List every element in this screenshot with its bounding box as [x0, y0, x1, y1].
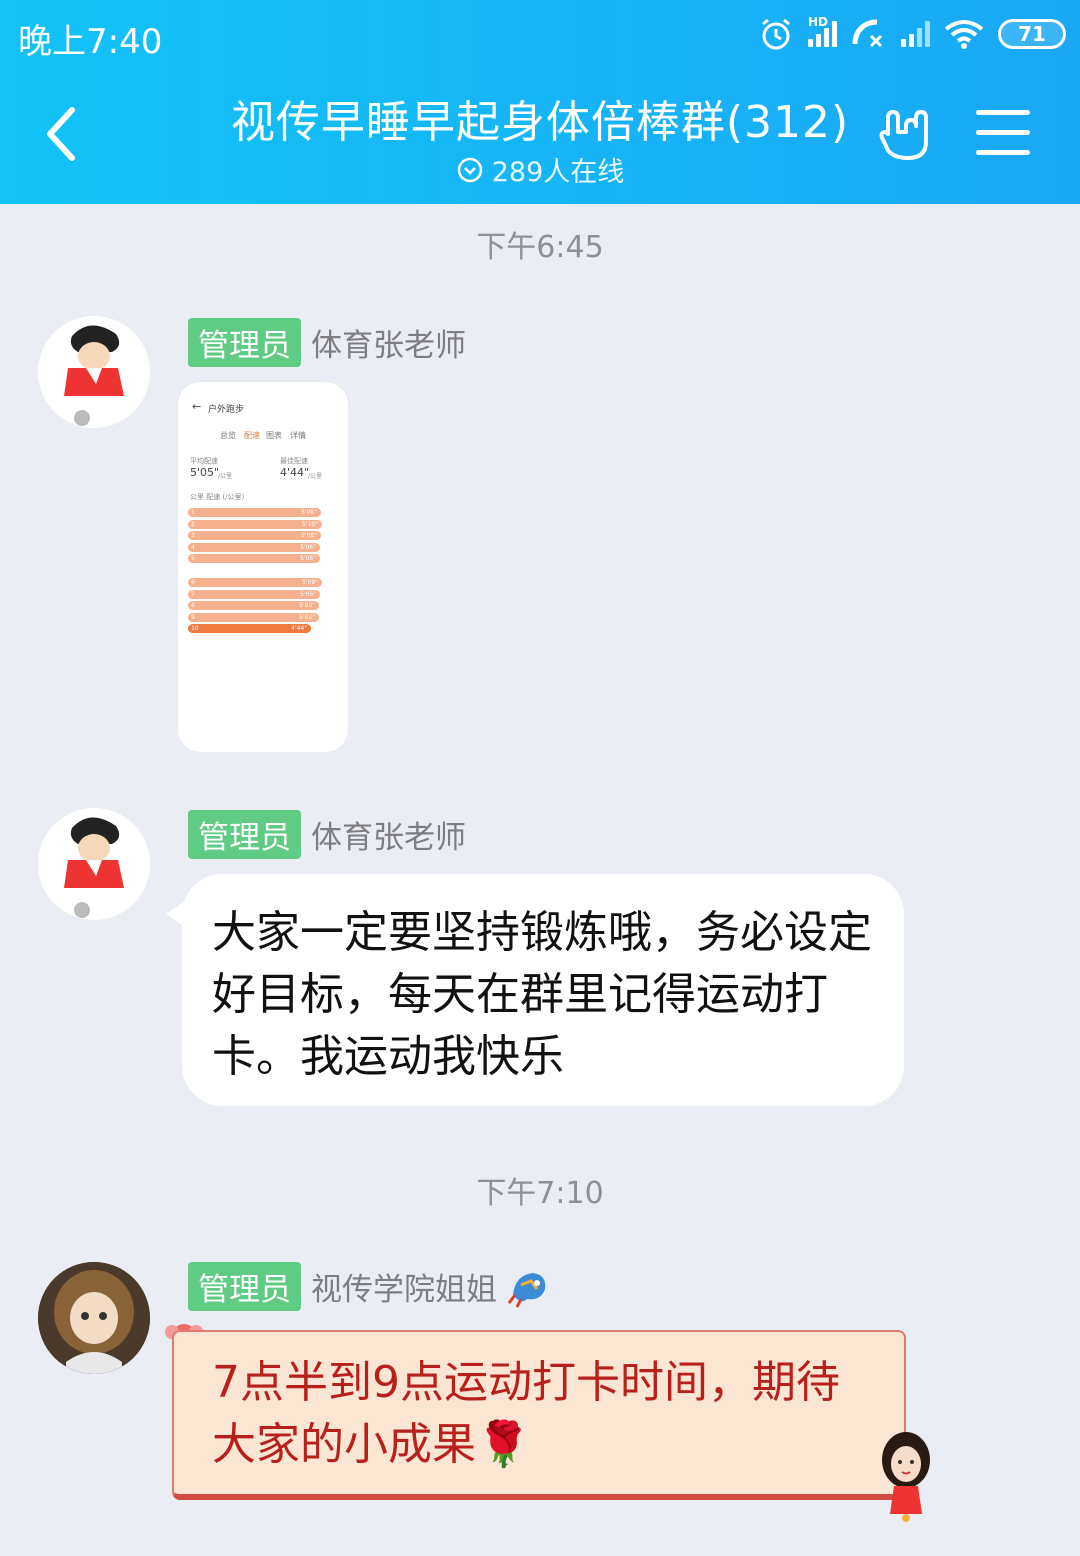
soccer-player-icon: [38, 316, 150, 428]
pace-km: 8: [191, 602, 195, 610]
image-tab: 详情: [290, 431, 306, 440]
online-count-label: 289人在线: [491, 157, 625, 188]
pace-value: 5'08": [301, 532, 317, 540]
pace-value: 5'08": [301, 509, 317, 516]
decorated-text-message[interactable]: 7点半到9点运动打卡时间，期待大家的小成果🌹: [172, 1330, 906, 1500]
pace-bar: 1 5'08": [188, 508, 321, 517]
menu-icon: [976, 110, 1030, 115]
pace-km: 4: [191, 543, 195, 551]
image-tab: 总览: [220, 431, 236, 440]
wifi-icon: [944, 20, 984, 49]
avatar[interactable]: [38, 316, 150, 428]
image-tab: 配速: [244, 431, 260, 440]
sender-row: 管理员 体育张老师: [188, 810, 466, 859]
pace-km: 2: [191, 520, 195, 528]
sender-row: 管理员 视传学院姐姐: [188, 1262, 551, 1311]
timestamp: 下午6:45: [476, 230, 604, 265]
pace-value: 5'06": [300, 543, 316, 551]
timestamp: 下午7:10: [476, 1176, 604, 1211]
best-pace-label: 最佳配速: [280, 457, 308, 465]
avg-pace-label: 平均配速: [190, 457, 218, 465]
admin-badge: 管理员: [188, 1262, 301, 1311]
dragon-icon: [507, 1272, 546, 1308]
pace-value: 5'03": [299, 602, 315, 610]
sender-row: 管理员 体育张老师: [188, 318, 466, 367]
pace-value: 5'02": [299, 613, 315, 621]
pace-km: 7: [191, 590, 195, 598]
pace-bar: 3 5'08": [188, 531, 321, 541]
pace-km: 9: [191, 613, 195, 621]
pace-value: 5'10": [302, 520, 318, 528]
network-label: HD: [808, 15, 829, 29]
signal-icon: [901, 21, 930, 47]
pace-value: 5'06": [300, 555, 316, 563]
pace-bar: 10 4'44": [188, 624, 311, 634]
pace-value: 5'09": [302, 579, 318, 586]
admin-badge: 管理员: [188, 810, 301, 859]
soccer-player-icon: [38, 808, 150, 920]
sender-name[interactable]: 体育张老师: [311, 320, 466, 365]
pace-km: 5: [191, 555, 195, 563]
pace-km: 3: [191, 532, 195, 540]
image-back-icon: ←: [192, 400, 202, 413]
online-icon: [457, 157, 482, 182]
signal-icon: HD: [808, 15, 837, 47]
pace-bar: 2 5'10": [188, 519, 322, 529]
avatar[interactable]: [38, 1262, 150, 1374]
pace-bar: 8 5'03": [188, 601, 319, 611]
pace-km: 1: [191, 509, 195, 516]
sender-name[interactable]: 体育张老师: [311, 812, 466, 857]
avatar[interactable]: [38, 808, 150, 920]
pace-km: 10: [191, 625, 199, 633]
admin-badge: 管理员: [188, 318, 301, 367]
pace-unit: /公里: [308, 473, 323, 480]
status-time: 晚上7:40: [18, 22, 163, 62]
image-message[interactable]: ← 户外跑步 总览 配速 图表 详情 平均配速 5'05" /公里 最佳配速 4…: [178, 382, 348, 752]
image-tab: 图表: [266, 431, 282, 440]
sender-name[interactable]: 视传学院姐姐: [311, 1264, 497, 1309]
pace-km: 6: [191, 579, 195, 586]
pace-value: 4'44": [291, 625, 307, 633]
pace-value: 5'05": [300, 590, 316, 598]
rose-icon: 🌹: [476, 1419, 531, 1470]
doll-avatar-icon: [38, 1262, 150, 1374]
pace-bar: 4 5'06": [188, 542, 320, 552]
battery-icon: 71: [998, 19, 1066, 49]
pace-table-header: 公里 配速 (/公里): [190, 493, 245, 501]
avg-pace: 5'05": [190, 466, 220, 479]
image-title: 户外跑步: [208, 405, 245, 415]
pace-bar: 6 5'09": [188, 578, 322, 587]
best-pace: 4'44": [280, 466, 310, 479]
hand-rock-button[interactable]: [876, 104, 936, 164]
menu-button[interactable]: [976, 110, 1030, 156]
pace-bar: 9 5'02": [188, 612, 319, 622]
chat-header: 晚上7:40 HD 71 视传早睡早起身体倍棒群(312) 289人在线: [0, 0, 1080, 204]
hand-rock-icon: [879, 110, 928, 160]
text-message[interactable]: 大家一定要坚持锻炼哦，务必设定好目标，每天在群里记得运动打卡。我运动我快乐: [182, 874, 904, 1106]
status-icons: HD 71: [758, 14, 1066, 54]
pace-unit: /公里: [218, 473, 233, 480]
call-icon: [852, 19, 883, 48]
girl-sticker-icon: [882, 1432, 930, 1522]
pace-bar: 7 5'05": [188, 589, 320, 599]
alarm-icon: [762, 18, 790, 50]
pace-bar: 5 5'06": [188, 554, 320, 564]
